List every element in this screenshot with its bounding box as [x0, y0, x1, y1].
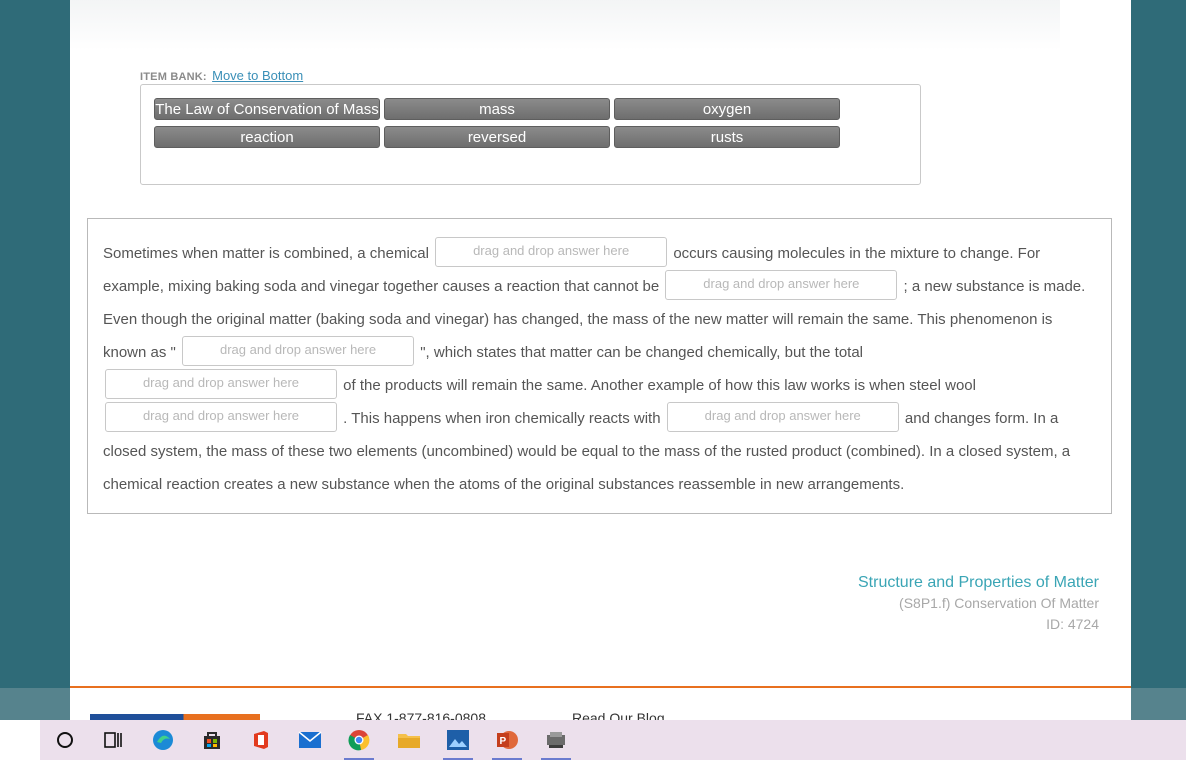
office-icon[interactable]: [248, 728, 274, 752]
chrome-icon[interactable]: [344, 728, 374, 760]
question-area: Sometimes when matter is combined, a che…: [70, 0, 1131, 720]
question-meta: Structure and Properties of Matter (S8P1…: [858, 572, 1099, 635]
drop-zone-1[interactable]: drag and drop answer here: [435, 237, 668, 268]
drop-zone-4[interactable]: drag and drop answer here: [105, 369, 337, 400]
svg-text:P: P: [500, 736, 507, 747]
question-id: ID: 4724: [1046, 616, 1099, 632]
windows-taskbar: P: [0, 720, 1186, 760]
powerpoint-icon[interactable]: P: [492, 728, 522, 760]
drop-zone-3[interactable]: drag and drop answer here: [182, 336, 415, 367]
passage-text: Sometimes when matter is combined, a che…: [103, 245, 429, 262]
drop-zone-5[interactable]: drag and drop answer here: [105, 402, 337, 433]
site-footer: FAX 1-877-816-0808 Read Our Blog: [70, 688, 1131, 720]
footer-fax: FAX 1-877-816-0808: [356, 710, 486, 720]
cloze-passage: Sometimes when matter is combined, a che…: [87, 218, 1112, 514]
file-explorer-icon[interactable]: [396, 728, 422, 752]
store-icon[interactable]: [199, 728, 225, 752]
edge-icon[interactable]: [150, 728, 176, 752]
drop-zone-6[interactable]: drag and drop answer here: [666, 402, 899, 433]
footer-blog-link[interactable]: Read Our Blog: [572, 710, 665, 720]
drop-zone-2[interactable]: drag and drop answer here: [665, 270, 898, 301]
topic-title[interactable]: Structure and Properties of Matter: [858, 572, 1099, 593]
mail-icon[interactable]: [297, 728, 323, 752]
photos-icon[interactable]: [443, 728, 473, 760]
app-icon[interactable]: [541, 728, 571, 760]
search-circle-icon[interactable]: [52, 728, 78, 752]
passage-text: . This happens when iron chemically reac…: [343, 410, 661, 427]
taskbar-start-area[interactable]: [0, 720, 40, 760]
passage-text: ", which states that matter can be chang…: [420, 344, 864, 361]
task-view-icon[interactable]: [100, 728, 126, 752]
passage-text: of the products will remain the same. An…: [343, 377, 976, 394]
standard-label: (S8P1.f) Conservation Of Matter: [899, 595, 1099, 611]
